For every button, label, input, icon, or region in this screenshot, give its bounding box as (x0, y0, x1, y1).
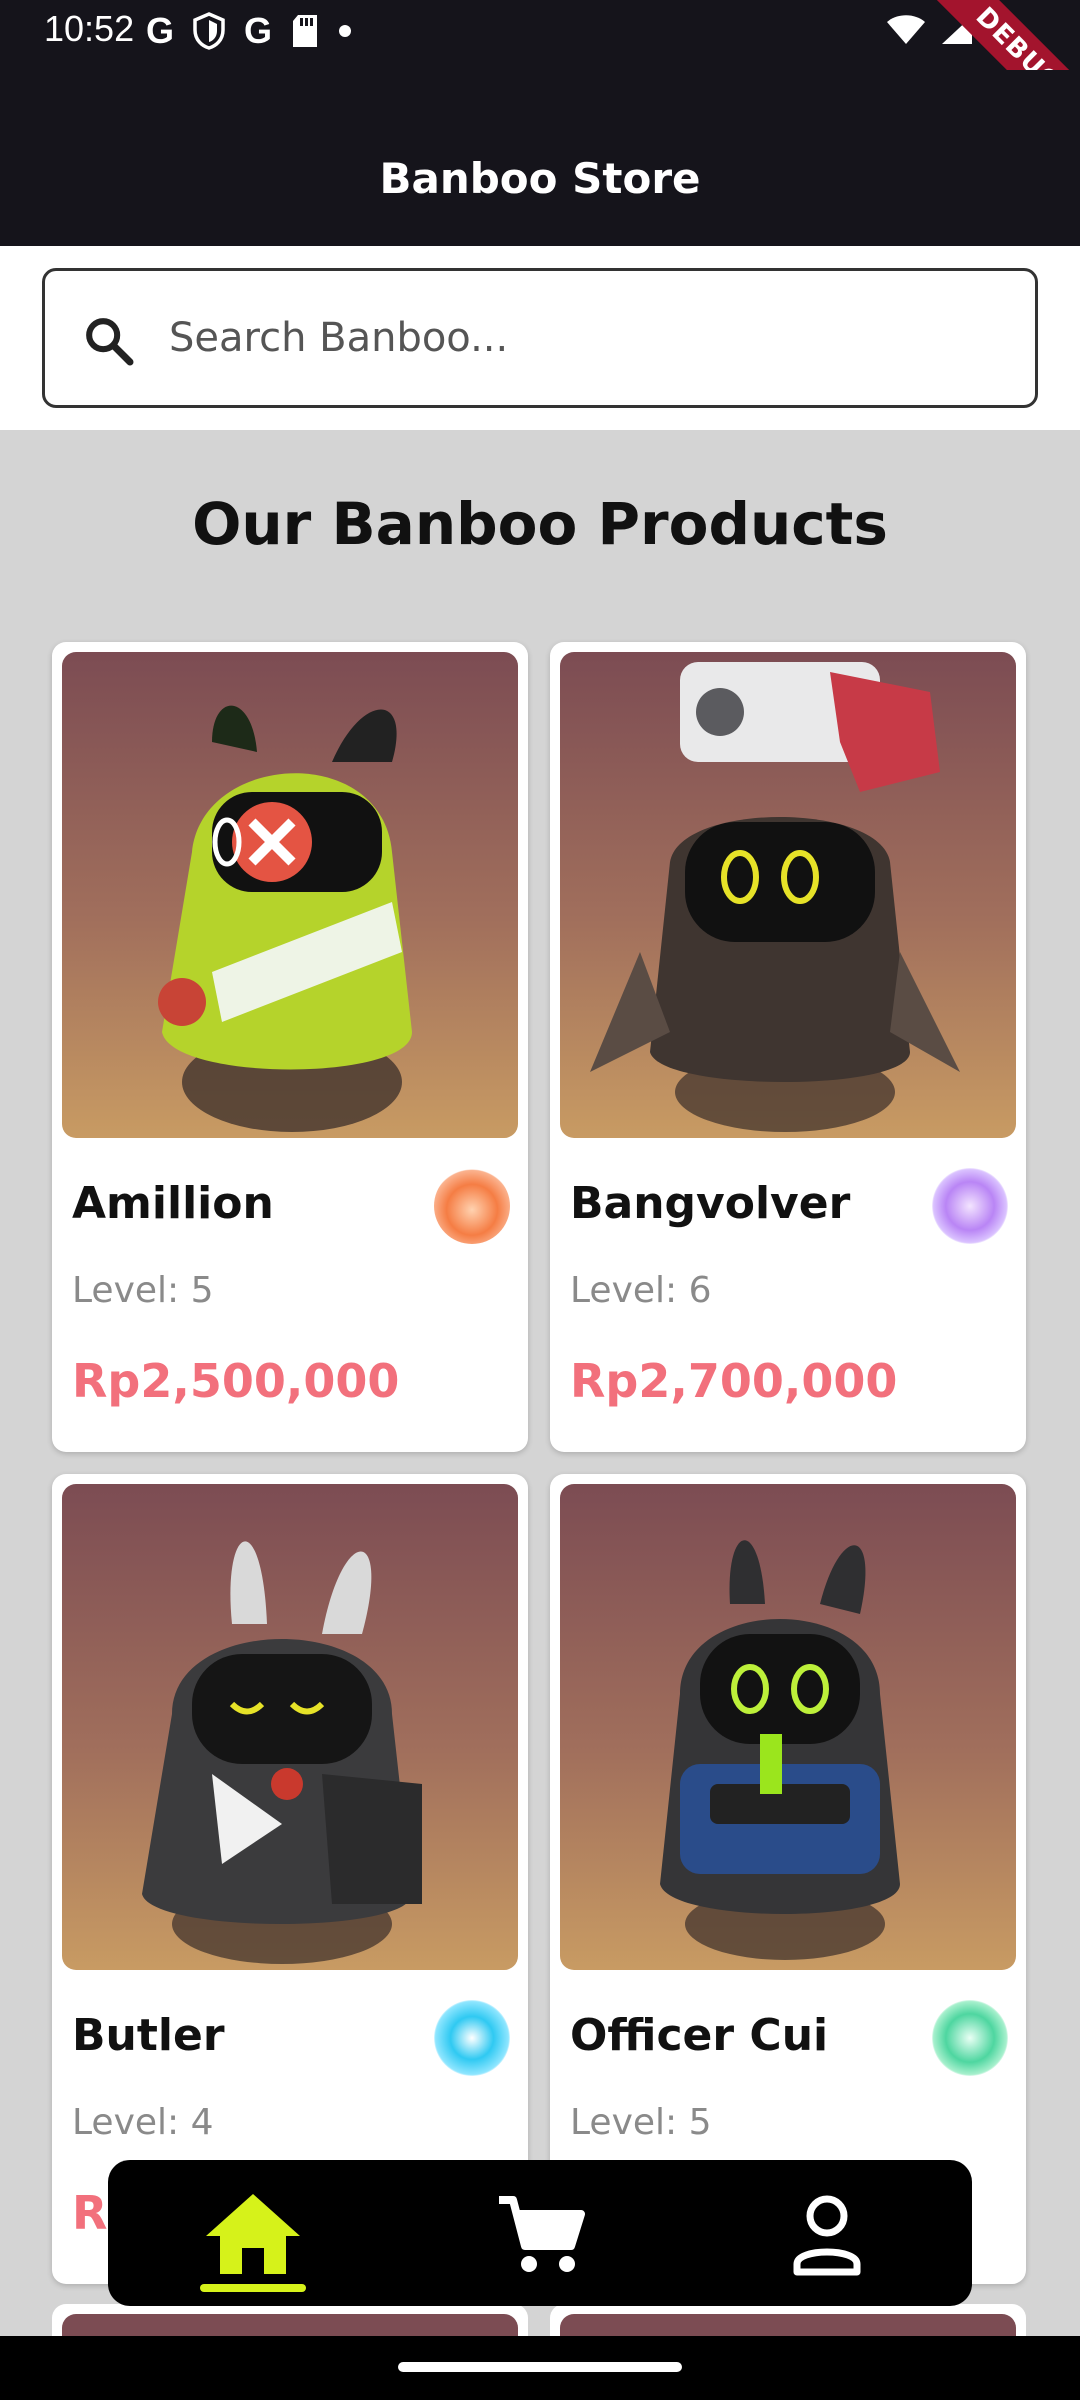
sd-card-icon (293, 15, 318, 47)
bottom-navigation (108, 2160, 972, 2306)
product-level: Level: 4 (72, 2102, 214, 2143)
product-name: Butler (72, 2010, 225, 2061)
fire-element-icon (434, 1168, 510, 1244)
product-image (560, 652, 1016, 1138)
product-level: Level: 5 (570, 2102, 712, 2143)
google-icon: G (244, 10, 273, 51)
product-image (62, 1484, 518, 1970)
dot-icon (339, 25, 352, 37)
banboo-illustration (142, 1541, 422, 1964)
banboo-illustration (590, 662, 960, 1132)
search-box[interactable] (42, 268, 1038, 408)
google-icon: G (146, 10, 175, 51)
product-price: Rp2,500,000 (72, 1354, 400, 1408)
search-icon (86, 318, 134, 366)
banboo-illustration (660, 1540, 900, 1960)
status-bar: 10:52 G G DEBUG (0, 0, 1080, 151)
status-left-icons: G G (146, 10, 352, 52)
home-icon (206, 2194, 300, 2274)
product-card[interactable]: Amillion Level: 5 Rp2,500,000 (52, 642, 528, 1452)
product-name: Officer Cui (570, 2010, 829, 2061)
product-grid: Amillion Level: 5 Rp2,500,000 Bangvolver… (52, 642, 1028, 2284)
search-area (0, 246, 1080, 430)
banboo-illustration (158, 705, 412, 1132)
app-bar: Banboo Store (0, 70, 1080, 246)
product-image (560, 1484, 1016, 1970)
search-input[interactable] (169, 301, 1009, 375)
ether-element-icon (932, 1168, 1008, 1244)
product-level: Level: 6 (570, 1270, 712, 1311)
section-title: Our Banboo Products (192, 490, 888, 558)
wifi-icon (887, 15, 925, 44)
active-tab-indicator (200, 2284, 306, 2292)
product-card[interactable]: Bangvolver Level: 6 Rp2,700,000 (550, 642, 1026, 1452)
profile-icon (793, 2195, 861, 2276)
product-name: Amillion (72, 1178, 274, 1229)
cart-icon (499, 2196, 585, 2272)
product-name: Bangvolver (570, 1178, 851, 1229)
product-price: Rp2,700,000 (570, 1354, 898, 1408)
physical-element-icon (932, 2000, 1008, 2076)
gesture-navigation-bar (0, 2336, 1080, 2400)
status-time: 10:52 (44, 8, 135, 49)
product-image (62, 652, 518, 1138)
nav-profile-button[interactable] (772, 2186, 882, 2282)
nav-home-button[interactable] (198, 2186, 308, 2282)
product-level: Level: 5 (72, 1270, 214, 1311)
shield-icon (193, 12, 225, 50)
home-gesture-handle[interactable] (398, 2362, 682, 2372)
app-title: Banboo Store (379, 154, 701, 203)
nav-cart-button[interactable] (485, 2186, 595, 2282)
ice-element-icon (434, 2000, 510, 2076)
